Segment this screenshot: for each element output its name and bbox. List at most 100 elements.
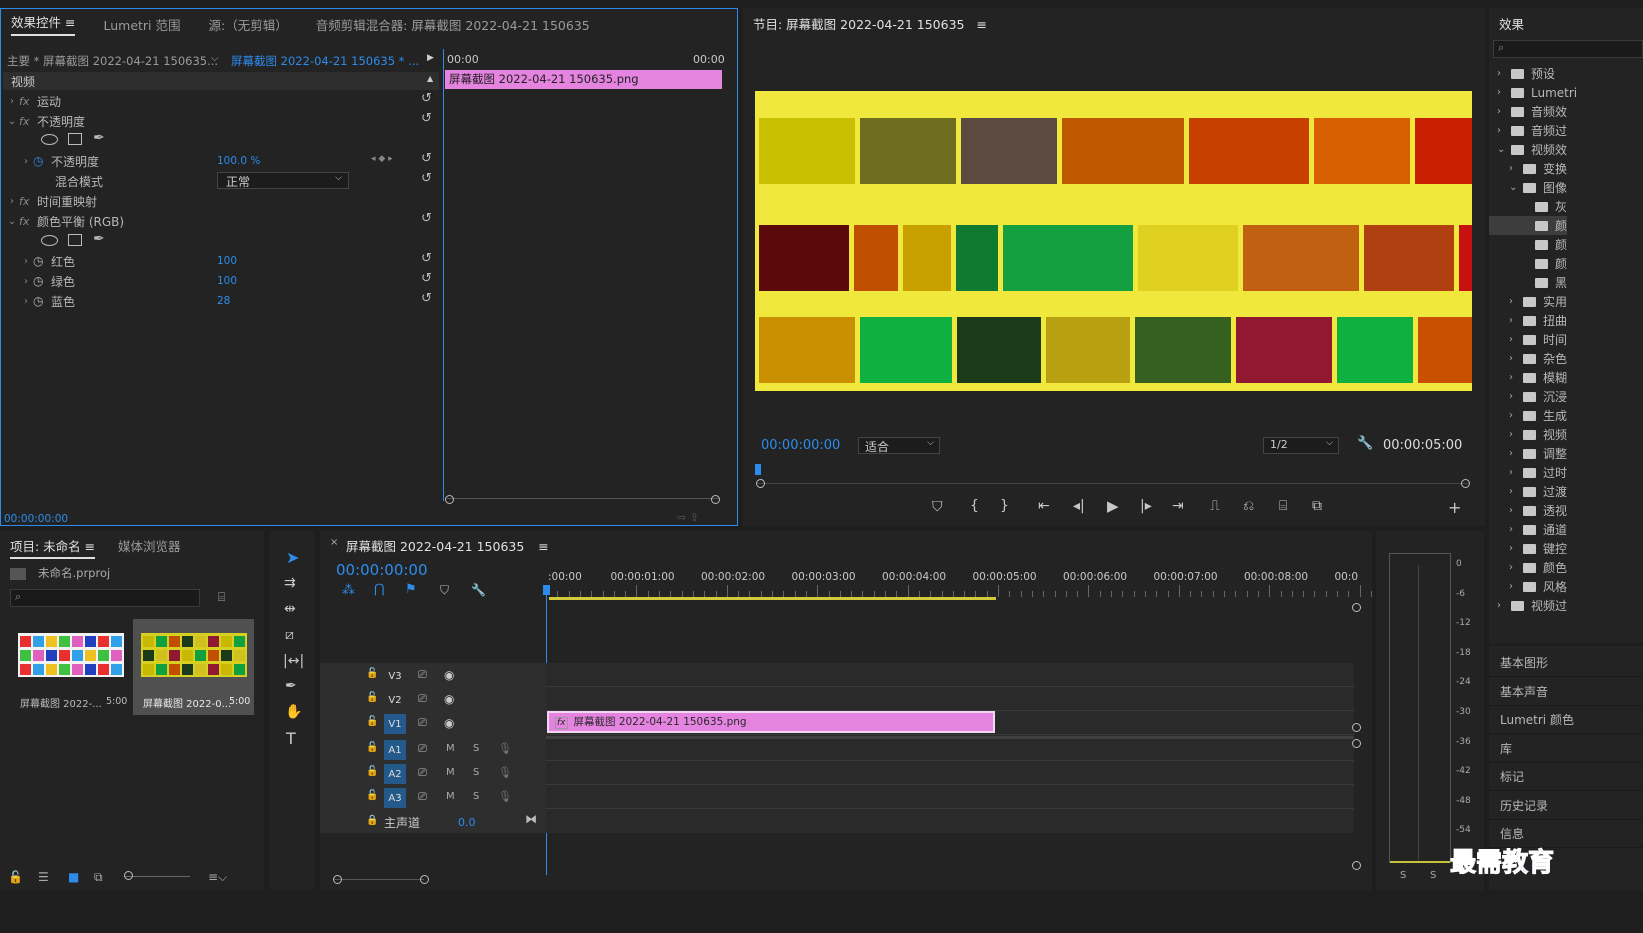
close-icon[interactable]: × bbox=[330, 537, 338, 548]
keyframe-nav-icon[interactable]: ◂ ◆ ▸ bbox=[371, 154, 393, 164]
add-marker-icon[interactable]: ⛉ bbox=[440, 583, 449, 598]
lock-icon[interactable]: 🔓 bbox=[366, 668, 378, 679]
zoom-slider[interactable] bbox=[124, 876, 190, 877]
mini-scrollbar[interactable] bbox=[447, 498, 719, 504]
mute-button[interactable]: M bbox=[446, 767, 455, 778]
ellipse-mask-icon[interactable] bbox=[41, 235, 58, 246]
effects-item[interactable]: › 颜色 bbox=[1489, 558, 1567, 577]
sync-lock-icon[interactable]: ⎚ bbox=[418, 766, 427, 780]
menu-icon[interactable]: ≡ bbox=[538, 539, 548, 554]
effects-item[interactable]: › 视频过 bbox=[1489, 596, 1567, 615]
blend-mode-select[interactable]: 正常 ⌵ bbox=[217, 172, 349, 189]
effects-item[interactable]: 灰 bbox=[1489, 197, 1567, 216]
pen-tool-icon[interactable]: ✒ bbox=[285, 678, 297, 694]
scroll-handle-right[interactable] bbox=[1461, 479, 1470, 488]
side-panel-tab[interactable]: 库 bbox=[1489, 735, 1643, 763]
motion-row[interactable]: › fx 运动 bbox=[5, 91, 61, 111]
clip-selector[interactable]: 屏幕截图 2022-04-21 150635 * ... bbox=[231, 53, 419, 69]
razor-tool-icon[interactable]: ⧄ bbox=[285, 627, 294, 643]
chevron-right-icon[interactable]: › bbox=[1509, 353, 1523, 364]
chevron-right-icon[interactable]: › bbox=[1509, 296, 1523, 307]
chevron-right-icon[interactable]: › bbox=[1509, 163, 1523, 174]
mini-clip[interactable]: 屏幕截图 2022-04-21 150635.png bbox=[445, 70, 722, 89]
work-area-bar[interactable] bbox=[549, 597, 996, 600]
scroll-up-icon[interactable]: ▲ bbox=[427, 74, 433, 83]
rectangle-mask-icon[interactable] bbox=[68, 234, 82, 246]
play-icon[interactable]: ▶ bbox=[1107, 497, 1119, 515]
project-search-input[interactable]: ⌕ bbox=[10, 589, 200, 607]
program-timecode[interactable]: 00:00:00:00 bbox=[761, 438, 840, 453]
chevron-right-icon[interactable]: › bbox=[1509, 486, 1523, 497]
chevron-down-icon[interactable]: ⌄ bbox=[1497, 144, 1511, 155]
chevron-right-icon[interactable]: › bbox=[1497, 106, 1511, 117]
green-value[interactable]: 100 bbox=[217, 275, 237, 287]
chevron-right-icon[interactable]: › bbox=[1509, 391, 1523, 402]
microphone-icon[interactable]: 🎙 bbox=[498, 766, 512, 779]
effects-item[interactable]: › 调整 bbox=[1489, 444, 1567, 463]
scroll-handle-left[interactable] bbox=[756, 479, 765, 488]
stopwatch-icon[interactable]: ◷ bbox=[33, 274, 51, 288]
effects-item[interactable]: › 视频 bbox=[1489, 425, 1567, 444]
chevron-right-icon[interactable]: › bbox=[1509, 505, 1523, 516]
effects-item[interactable]: 颜 bbox=[1489, 216, 1568, 235]
effects-item[interactable]: › 时间 bbox=[1489, 330, 1567, 349]
red-value[interactable]: 100 bbox=[217, 255, 237, 267]
effects-item[interactable]: ⌄ 图像 bbox=[1489, 178, 1567, 197]
eye-icon[interactable]: ◉ bbox=[444, 716, 454, 730]
tab-effect-controls[interactable]: 效果控件 ≡ bbox=[11, 12, 76, 36]
chevron-right-icon[interactable]: › bbox=[19, 296, 33, 307]
scroll-handle-right[interactable] bbox=[420, 875, 429, 884]
effects-item[interactable]: › 风格 bbox=[1489, 577, 1567, 596]
step-back-icon[interactable]: ◂| bbox=[1073, 498, 1085, 514]
effects-item[interactable]: › 通道 bbox=[1489, 520, 1567, 539]
microphone-icon[interactable]: 🎙 bbox=[498, 790, 512, 803]
sort-icon[interactable]: ≡⌵ bbox=[208, 870, 227, 885]
timeline-hscroll[interactable] bbox=[334, 879, 424, 880]
effects-item[interactable]: › 杂色 bbox=[1489, 349, 1567, 368]
tab-source[interactable]: 源:（无剪辑） bbox=[209, 15, 288, 34]
effects-item[interactable]: › Lumetri bbox=[1489, 83, 1577, 102]
track-label[interactable]: V3 bbox=[384, 666, 406, 686]
quality-select[interactable]: 1/2 ⌵ bbox=[1263, 437, 1339, 454]
freeform-view-icon[interactable]: ⧉ bbox=[94, 870, 103, 885]
lock-icon[interactable]: 🔓 bbox=[366, 766, 378, 777]
menu-icon[interactable]: ≡ bbox=[65, 15, 75, 30]
effects-item[interactable]: › 预设 bbox=[1489, 64, 1555, 83]
program-playhead[interactable] bbox=[755, 464, 761, 475]
icon-view-icon[interactable]: ■ bbox=[68, 870, 79, 884]
chevron-right-icon[interactable]: › bbox=[19, 276, 33, 287]
track-label[interactable]: A3 bbox=[384, 788, 406, 808]
hand-tool-icon[interactable]: ✋ bbox=[285, 704, 302, 720]
audio-vscroll-bottom[interactable] bbox=[1352, 861, 1361, 870]
sync-lock-icon[interactable]: ⎚ bbox=[418, 692, 427, 706]
track-select-tool-icon[interactable]: ⇉ bbox=[284, 575, 296, 591]
mark-out-icon[interactable]: } bbox=[1000, 498, 1009, 514]
chevron-right-icon[interactable]: › bbox=[1509, 315, 1523, 326]
eye-icon[interactable]: ◉ bbox=[444, 692, 454, 706]
opacity-value[interactable]: 100.0 % bbox=[217, 155, 260, 167]
track-label[interactable]: A2 bbox=[384, 764, 406, 784]
add-button-icon[interactable]: + bbox=[1448, 498, 1461, 517]
zoom-select[interactable]: 适合 ⌵ bbox=[858, 437, 940, 454]
menu-icon[interactable]: ≡ bbox=[85, 539, 95, 554]
lock-icon[interactable]: 🔒 bbox=[366, 815, 378, 826]
v1-clip[interactable]: fx 屏幕截图 2022-04-21 150635.png bbox=[547, 711, 995, 733]
chevron-right-icon[interactable]: › bbox=[1497, 600, 1511, 611]
add-marker-icon[interactable]: ⛉ bbox=[932, 499, 943, 515]
effects-search-input[interactable]: ⌕ bbox=[1493, 40, 1643, 58]
go-to-in-icon[interactable]: ⇤ bbox=[1038, 498, 1050, 514]
tab-media-browser[interactable]: 媒体浏览器 bbox=[118, 536, 181, 555]
wrench-icon[interactable]: 🔧 bbox=[1357, 436, 1373, 451]
chevron-right-icon[interactable]: › bbox=[1497, 125, 1511, 136]
chevron-down-icon[interactable]: ⌄ bbox=[1509, 182, 1523, 193]
chevron-right-icon[interactable]: › bbox=[1509, 524, 1523, 535]
master-volume[interactable]: 0.0 bbox=[458, 816, 476, 829]
stopwatch-icon[interactable]: ◷ bbox=[33, 254, 51, 268]
tab-project[interactable]: 项目: 未命名 ≡ bbox=[10, 536, 96, 559]
chevron-right-icon[interactable]: › bbox=[1509, 410, 1523, 421]
zoom-slider-handle[interactable] bbox=[124, 871, 133, 880]
chevron-right-icon[interactable]: › bbox=[1509, 334, 1523, 345]
chevron-down-icon[interactable]: ⌄ bbox=[5, 216, 19, 227]
stopwatch-icon[interactable]: ◷ bbox=[33, 294, 51, 308]
scroll-handle-left[interactable] bbox=[445, 495, 454, 504]
